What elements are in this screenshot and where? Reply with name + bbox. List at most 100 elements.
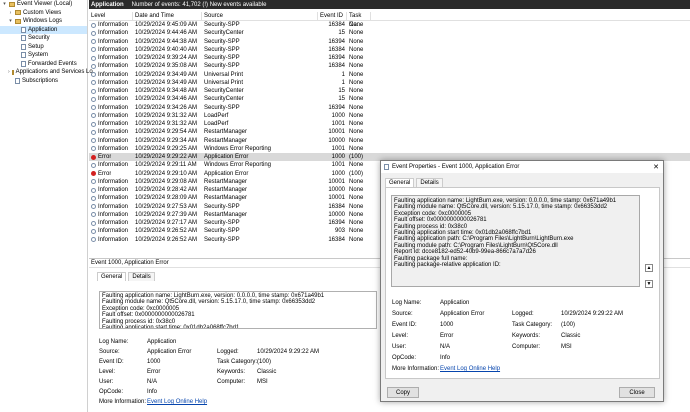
col-task[interactable]: Task Ca... xyxy=(347,11,371,28)
value: N/A xyxy=(147,379,158,385)
cell-level: Information xyxy=(89,227,133,235)
table-row[interactable]: Information 10/29/2024 9:44:46 AM Security… xyxy=(89,29,690,37)
event-properties-dialog: Event Properties - Event 1000, Applicati… xyxy=(380,160,664,402)
tree-item[interactable]: ▾ Event Viewer (Local) xyxy=(0,0,87,9)
tab-general[interactable]: General xyxy=(97,272,127,281)
information-icon xyxy=(91,146,96,152)
col-event-id[interactable]: Event ID xyxy=(318,11,347,21)
table-row[interactable]: Information 10/29/2024 9:39:24 AM Security… xyxy=(89,54,690,62)
event-count-info: Number of events: 41,702 (!) New events … xyxy=(131,1,267,8)
cell-level: Error xyxy=(89,170,133,178)
dialog-online-help-link[interactable]: Event Log Online Help xyxy=(440,366,500,372)
value: Application Error xyxy=(440,311,485,317)
chevron-down-icon[interactable]: ▾ xyxy=(2,0,7,9)
tree-item[interactable]: › Applications and Services Lo xyxy=(0,68,93,77)
dialog-titlebar[interactable]: Event Properties - Event 1000, Applicati… xyxy=(381,161,663,173)
cell-date: 10/29/2024 9:27:53 AM xyxy=(135,203,198,210)
table-row[interactable]: Information 10/29/2024 9:44:38 AM Security… xyxy=(89,38,690,46)
col-level[interactable]: Level xyxy=(89,11,133,21)
cell-task: None xyxy=(349,71,364,78)
information-icon xyxy=(91,162,96,168)
value: Classic xyxy=(561,333,581,339)
cell-event-id: 903 xyxy=(334,228,345,235)
table-row[interactable]: Information 10/29/2024 9:40:40 AM Security… xyxy=(89,46,690,54)
preview-message[interactable]: Faulting application name: LightBurn.exe… xyxy=(99,291,377,329)
cell-level: Information xyxy=(89,29,133,37)
table-row[interactable]: Information 10/29/2024 9:29:54 AM RestartM… xyxy=(89,128,690,136)
cell-event-id: 1001 xyxy=(331,162,345,169)
tree-item-label: Subscriptions xyxy=(22,77,59,84)
information-icon xyxy=(91,138,96,144)
information-icon xyxy=(91,39,96,45)
tree-item-label: Windows Logs xyxy=(23,18,63,24)
information-icon xyxy=(91,96,96,102)
tree-item[interactable]: Security xyxy=(0,34,87,43)
level-text: Information xyxy=(98,38,129,45)
cell-source: RestartManager xyxy=(204,129,248,136)
level-text: Error xyxy=(98,170,112,177)
level-text: Information xyxy=(98,211,129,218)
cell-source: Universal Print xyxy=(204,79,244,86)
tree-item[interactable]: Application xyxy=(0,25,87,34)
folder-icon xyxy=(11,69,14,75)
dialog-tab-details[interactable]: Details xyxy=(416,178,443,187)
tab-details[interactable]: Details xyxy=(128,272,155,281)
arrow-down-icon[interactable]: ▼ xyxy=(645,280,653,288)
tree-item[interactable]: Setup xyxy=(0,43,87,52)
table-row[interactable]: Information 10/29/2024 9:34:49 AM Universa… xyxy=(89,79,690,87)
cell-task: None xyxy=(349,55,364,61)
cell-task: None xyxy=(349,30,364,37)
cell-source: Security-SPP xyxy=(204,38,240,45)
value: 10/29/2024 9:29:22 AM xyxy=(257,349,320,355)
label: More Information: xyxy=(392,366,440,372)
level-text: Information xyxy=(98,55,129,61)
table-row[interactable]: Information 10/29/2024 9:34:46 AM Security… xyxy=(89,95,690,103)
tree-item[interactable]: Forwarded Events xyxy=(0,60,87,69)
copy-button[interactable]: Copy xyxy=(387,387,419,398)
cell-task: None xyxy=(349,38,364,45)
label: OpCode: xyxy=(99,389,124,395)
cell-level: Information xyxy=(89,54,133,62)
col-date[interactable]: Date and Time xyxy=(133,11,202,21)
level-text: Information xyxy=(98,203,129,210)
table-row[interactable]: Information 10/29/2024 9:31:32 AM LoadPerf… xyxy=(89,112,690,120)
table-row[interactable]: Information 10/29/2024 9:34:48 AM Security… xyxy=(89,87,690,95)
tree-item[interactable]: Subscriptions xyxy=(0,77,87,86)
cell-event-id: 16384 xyxy=(328,236,345,243)
message-line: Faulting package-relative application ID… xyxy=(394,262,501,269)
chevron-right-icon[interactable]: › xyxy=(8,68,10,77)
cell-date: 10/29/2024 9:29:10 AM xyxy=(135,170,198,177)
cell-event-id: 16384 xyxy=(328,203,345,210)
event-viewer-icon xyxy=(384,164,389,170)
table-row[interactable]: Information 10/29/2024 9:45:09 AM Security… xyxy=(89,21,690,29)
level-text: Information xyxy=(98,22,129,28)
arrow-up-icon[interactable]: ▲ xyxy=(645,264,653,272)
chevron-down-icon[interactable]: ▾ xyxy=(8,17,13,26)
dialog-tab-general[interactable]: General xyxy=(385,178,415,187)
table-row[interactable]: Information 10/29/2024 9:35:08 AM Security… xyxy=(89,62,690,70)
value: Info xyxy=(147,389,158,395)
close-icon[interactable]: ✕ xyxy=(653,163,659,171)
cell-source: Universal Print xyxy=(204,71,244,78)
table-row[interactable]: Information 10/29/2024 9:31:32 AM LoadPerf… xyxy=(89,120,690,128)
tree-item[interactable]: › Custom Views xyxy=(0,9,87,18)
label: User: xyxy=(99,379,114,385)
cell-task: None xyxy=(349,22,364,28)
log-icon xyxy=(21,60,26,67)
table-row[interactable]: Information 10/29/2024 9:34:26 AM Security… xyxy=(89,104,690,112)
table-row[interactable]: Information 10/29/2024 9:29:25 AM Windows … xyxy=(89,145,690,153)
cell-date: 10/29/2024 9:44:46 AM xyxy=(135,30,198,37)
tree-item[interactable]: System xyxy=(0,51,87,60)
information-icon xyxy=(91,237,96,243)
cell-task: None xyxy=(349,88,364,94)
tree-item-label: Setup xyxy=(28,43,44,50)
col-source[interactable]: Source xyxy=(202,11,318,21)
chevron-right-icon[interactable]: › xyxy=(8,9,13,18)
close-button[interactable]: Close xyxy=(619,387,655,398)
dialog-message[interactable]: Faulting application name: LightBurn.exe… xyxy=(391,195,640,287)
table-row[interactable]: Information 10/29/2024 9:34:49 AM Universa… xyxy=(89,71,690,79)
tree-item[interactable]: ▾ Windows Logs xyxy=(0,17,87,26)
online-help-link[interactable]: Event Log Online Help xyxy=(147,399,207,405)
table-row[interactable]: Information 10/29/2024 9:29:34 AM RestartM… xyxy=(89,137,690,145)
label: Source: xyxy=(99,349,120,355)
